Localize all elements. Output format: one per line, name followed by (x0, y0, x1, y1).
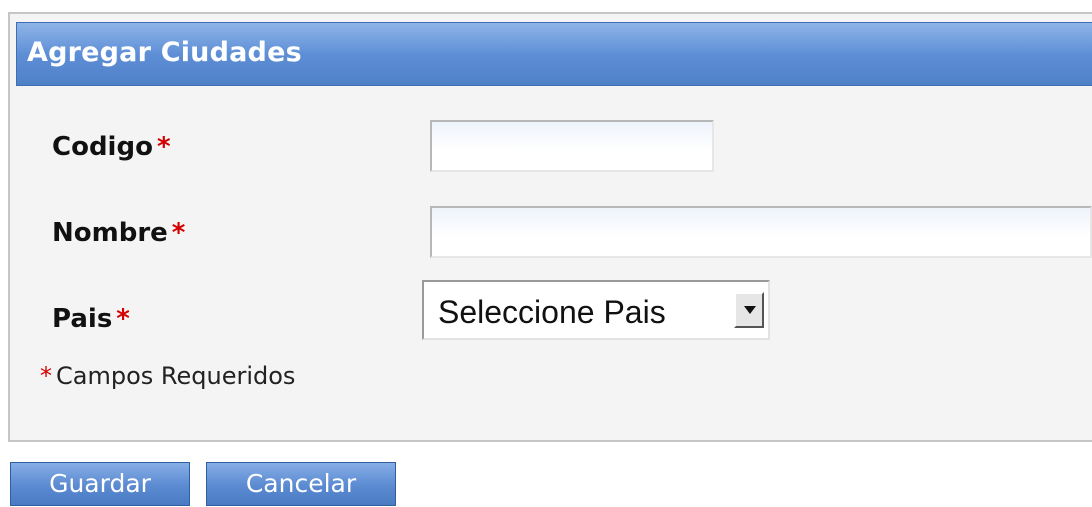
required-note-text: Campos Requeridos (56, 362, 296, 390)
panel-header: Agregar Ciudades (16, 22, 1092, 86)
save-button[interactable]: Guardar (10, 462, 190, 506)
panel-title: Agregar Ciudades (27, 37, 302, 68)
pais-label-text: Pais (52, 304, 113, 334)
pais-label: Pais * (52, 304, 130, 334)
pais-select[interactable]: Seleccione Pais (422, 280, 770, 340)
pais-select-value: Seleccione Pais (438, 294, 666, 330)
chevron-down-icon[interactable] (734, 292, 764, 328)
codigo-input[interactable] (430, 120, 714, 172)
codigo-required-mark: * (156, 132, 171, 162)
pais-required-mark: * (116, 304, 130, 334)
codigo-label: Codigo * (52, 132, 171, 162)
cancel-button[interactable]: Cancelar (206, 462, 396, 506)
required-note-mark: * (40, 362, 52, 390)
codigo-label-text: Codigo (52, 132, 153, 162)
required-fields-note: * Campos Requeridos (40, 362, 295, 390)
nombre-input[interactable] (430, 206, 1092, 258)
nombre-label: Nombre * (52, 218, 185, 248)
nombre-required-mark: * (171, 218, 186, 248)
nombre-label-text: Nombre (52, 218, 168, 248)
